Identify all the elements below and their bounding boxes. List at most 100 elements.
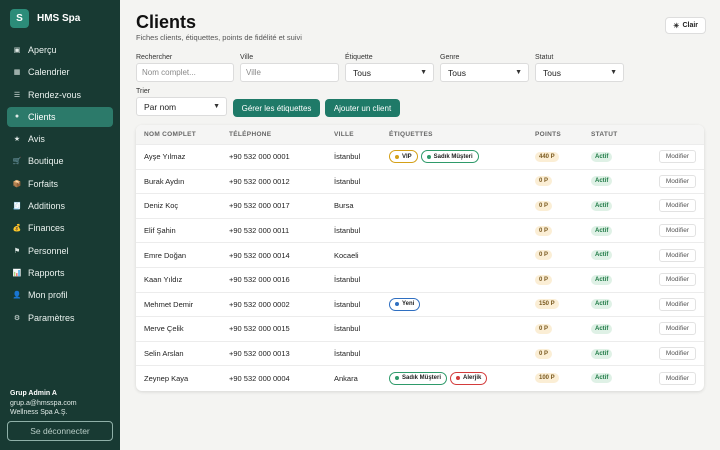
cart-icon: 🛒: [12, 158, 22, 166]
column-header: POINTS: [535, 131, 561, 138]
client-phone: +90 532 000 0001: [229, 152, 290, 162]
client-name: Ayşe Yılmaz: [144, 152, 186, 162]
status-filter-select[interactable]: Tous ▼: [535, 63, 624, 82]
points-cell: 0 P: [535, 219, 553, 243]
client-city: Bursa: [334, 201, 354, 211]
column-header: TÉLÉPHONE: [229, 131, 272, 138]
table-row: Mehmet Demir +90 532 000 0002 İstanbul Yeni…: [136, 291, 704, 317]
sort-select[interactable]: Par nom ▼: [136, 97, 227, 116]
points-badge: 0 P: [535, 348, 553, 359]
client-phone: +90 532 000 0002: [229, 299, 290, 309]
table-row: Selin Arslan +90 532 000 0013 İstanbul 0 P A…: [136, 340, 704, 366]
action-cell: Modifier: [658, 268, 696, 292]
sidebar-item-calendrier[interactable]: ▦ Calendrier: [7, 62, 113, 82]
client-name: Elif Şahin: [144, 226, 176, 236]
edit-button[interactable]: Modifier: [658, 371, 696, 385]
edit-button[interactable]: Modifier: [658, 347, 696, 361]
edit-button[interactable]: Modifier: [658, 297, 696, 311]
action-cell: Modifier: [658, 243, 696, 267]
client-city: İstanbul: [334, 152, 361, 162]
search-input[interactable]: [136, 63, 234, 82]
client-name: Burak Aydın: [144, 176, 185, 186]
sidebar-item-label: Mon profil: [28, 290, 68, 301]
sidebar-item-boutique[interactable]: 🛒 Boutique: [7, 151, 113, 171]
status-cell: Actif: [591, 342, 613, 366]
sidebar-item-rapports[interactable]: 📊 Rapports: [7, 263, 113, 283]
sidebar-item-param-tres[interactable]: ⚙ Paramètres: [7, 308, 113, 328]
chevron-down-icon: ▼: [515, 69, 522, 76]
money-icon: 💰: [12, 225, 22, 233]
points-badge: 440 P: [535, 151, 559, 162]
main-content: Clients Fiches clients, étiquettes, poin…: [120, 0, 720, 450]
tag-badge: Alerjik: [450, 371, 488, 385]
table-header: NOM COMPLET TÉLÉPHONE VILLE ÉTIQUETTES POINT…: [136, 125, 704, 144]
client-tags: Yeni: [389, 293, 421, 317]
sidebar-item-personnel[interactable]: ⚑ Personnel: [7, 241, 113, 261]
edit-button[interactable]: Modifier: [658, 322, 696, 336]
sidebar: S HMS Spa ▣ Aperçu ▦ Calendrier ☰ Rendez-vous…: [0, 0, 120, 450]
client-city: Ankara: [334, 373, 358, 383]
sidebar-item-clients[interactable]: ● Clients: [7, 106, 113, 127]
sort-label: Trier: [136, 88, 151, 95]
edit-button[interactable]: Modifier: [658, 174, 696, 188]
client-city: İstanbul: [334, 226, 361, 236]
action-cell: Modifier: [658, 170, 696, 194]
edit-button[interactable]: Modifier: [658, 273, 696, 287]
action-cell: Modifier: [658, 366, 696, 390]
overview-icon: ▣: [13, 47, 21, 54]
brand[interactable]: S HMS Spa: [10, 9, 80, 28]
status-badge: Actif: [591, 373, 613, 384]
points-cell: 440 P: [535, 145, 559, 169]
edit-button[interactable]: Modifier: [658, 150, 696, 164]
sidebar-item-label: Paramètres: [28, 312, 75, 323]
status-cell: Actif: [591, 145, 613, 169]
status-badge: Actif: [591, 250, 613, 261]
manage-tags-button[interactable]: Gérer les étiquettes: [233, 99, 320, 117]
client-phone: +90 532 000 0016: [229, 275, 290, 285]
sidebar-item-label: Rendez-vous: [28, 89, 82, 100]
table-row: Emre Doğan +90 532 000 0014 Kocaeli 0 P Acti…: [136, 242, 704, 267]
logout-button[interactable]: Se déconnecter: [7, 421, 113, 441]
list-icon: ☰: [13, 91, 21, 99]
sidebar-item-label: Forfaits: [28, 178, 59, 189]
sidebar-item-label: Personnel: [28, 245, 69, 256]
sun-icon: ☀: [673, 22, 680, 30]
status-cell: Actif: [591, 219, 613, 243]
sidebar-item-rendez-vous[interactable]: ☰ Rendez-vous: [7, 85, 113, 105]
action-cell: Modifier: [658, 194, 696, 218]
tag-dot-icon: [395, 376, 399, 381]
calendar-icon: ▦: [13, 69, 21, 77]
sidebar-item-finances[interactable]: 💰 Finances: [7, 218, 113, 238]
sidebar-item-label: Rapports: [28, 267, 65, 278]
client-city: İstanbul: [334, 275, 361, 285]
add-client-button[interactable]: Ajouter un client: [325, 99, 400, 117]
points-cell: 0 P: [535, 268, 553, 292]
sidebar-item-mon-profil[interactable]: 👤 Mon profil: [7, 285, 113, 305]
edit-button[interactable]: Modifier: [658, 199, 696, 213]
sidebar-item-label: Clients: [28, 111, 56, 122]
sidebar-item-additions[interactable]: 🧾 Additions: [7, 196, 113, 216]
theme-toggle-button[interactable]: ☀ Clair: [665, 17, 706, 34]
status-badge: Actif: [591, 176, 613, 187]
table-row: Ayşe Yılmaz +90 532 000 0001 İstanbul VIP Sa…: [136, 144, 704, 169]
edit-button[interactable]: Modifier: [658, 248, 696, 262]
sidebar-item-avis[interactable]: ★ Avis: [7, 129, 113, 149]
client-city: İstanbul: [334, 299, 361, 309]
status-cell: Actif: [591, 317, 613, 341]
sidebar-item-forfaits[interactable]: 📦 Forfaits: [7, 174, 113, 194]
action-cell: Modifier: [658, 145, 696, 169]
gender-filter-select[interactable]: Tous ▼: [440, 63, 529, 82]
staff-icon: ⚑: [13, 247, 21, 255]
tag-filter-label: Étiquette: [345, 54, 373, 61]
tag-filter-select[interactable]: Tous ▼: [345, 63, 434, 82]
sidebar-item-aper-u[interactable]: ▣ Aperçu: [7, 40, 113, 60]
city-input[interactable]: [240, 63, 339, 82]
tag-filter-value: Tous: [353, 67, 371, 78]
tag-badge: Yeni: [389, 297, 421, 311]
search-label: Rechercher: [136, 54, 173, 61]
client-city: İstanbul: [334, 349, 361, 359]
client-phone: +90 532 000 0014: [229, 250, 290, 260]
brand-logo: S: [10, 9, 29, 28]
tag-badge: Sadık Müşteri: [389, 371, 448, 385]
edit-button[interactable]: Modifier: [658, 224, 696, 238]
